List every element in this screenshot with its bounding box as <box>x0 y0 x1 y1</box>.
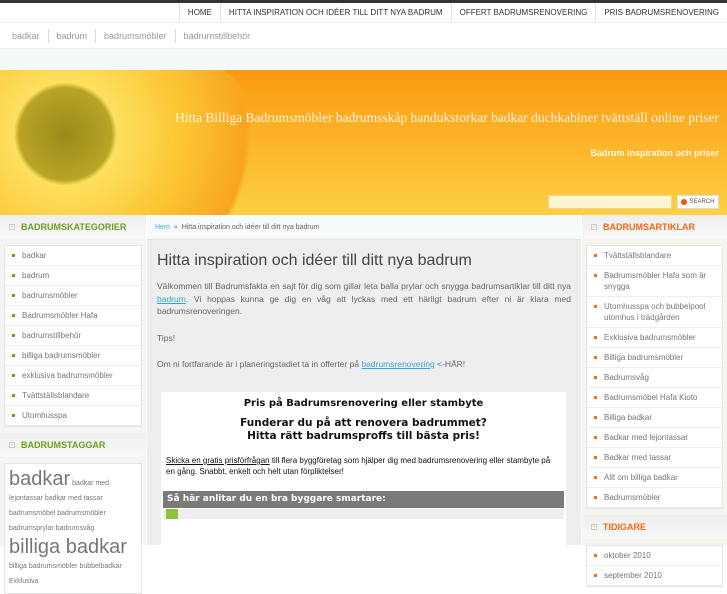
article-link[interactable]: Tvättställsblandare <box>587 246 722 266</box>
categories-title-text: BADRUMSKATEGORIER <box>21 222 127 232</box>
article-link[interactable]: Billiga badkar <box>587 408 722 428</box>
ad-text: Skicka en gratis prisförfrågan till fler… <box>166 455 561 477</box>
site-tagline: Badrum inspiration och priser <box>590 148 719 158</box>
category-link[interactable]: Tvättställsblandare <box>5 386 141 406</box>
main-nav: HOME HITTA INSPIRATION OCH IDÉER TILL DI… <box>0 3 727 23</box>
ad-step <box>163 509 564 519</box>
expand-icon: › <box>591 524 597 530</box>
article-link[interactable]: Badrumsmöbel Hafa Kioto <box>587 388 722 408</box>
article-link[interactable]: Billiga badrumsmöbler <box>587 348 722 368</box>
breadcrumb-home[interactable]: Hem <box>155 224 170 231</box>
intro-text-end: . Vi hoppas kunna ge dig en våg att lyck… <box>157 293 571 317</box>
left-sidebar: › BADRUMSKATEGORIER badkar badrum badrumsmö… <box>0 215 146 594</box>
category-nav: badkar badrum badrumsmöbler badrumstillb… <box>0 23 727 49</box>
tips-label: Tips! <box>157 332 176 343</box>
tag-link[interactable]: Exklusiva <box>9 578 39 585</box>
offer-paragraph: Om ni fortfarande är i planeringstadiet … <box>157 358 571 371</box>
tag-link[interactable]: bubbelbadkar <box>79 563 121 570</box>
badrum-link[interactable]: badrum <box>157 294 186 304</box>
badrumsrenovering-link[interactable]: badrumsrenovering <box>361 359 434 369</box>
tag-link[interactable]: badrumsmöbel <box>9 510 55 517</box>
archive-title: › TIDIGARE <box>582 515 727 539</box>
subnav-badkar[interactable]: badkar <box>4 28 49 43</box>
categories-title: › BADRUMSKATEGORIER <box>0 215 146 239</box>
articles-list: Tvättställsblandare Badrumsmöbler Hafa so… <box>586 245 723 509</box>
offer-text: Om ni fortfarande är i planeringstadiet … <box>157 359 362 369</box>
ad-subheading-1: Funderar du på att renovera badrummet? <box>240 417 487 429</box>
intro-text: Välkommen till Badrumsfakta en sajt för … <box>157 281 571 291</box>
article-link[interactable]: Allt om billiga badkar <box>587 468 722 488</box>
archive-link[interactable]: oktober 2010 <box>587 546 722 566</box>
archive-title-text: TIDIGARE <box>603 522 647 532</box>
site-header: Hitta Billiga Badrumsmöbler badrumsskåp … <box>0 70 727 215</box>
expand-icon: › <box>591 224 597 230</box>
article-link[interactable]: Badkar med lejontassar <box>587 428 722 448</box>
categories-list: badkar badrum badrumsmöbler Badrumsmöbler H… <box>4 245 142 427</box>
article-link[interactable]: Badrumsvåg <box>587 368 722 388</box>
breadcrumb-separator: » <box>173 223 178 231</box>
expand-icon: › <box>9 224 15 230</box>
category-link[interactable]: exklusiva badrumsmöbler <box>5 366 141 386</box>
category-link[interactable]: Badrumsmöbler Hafa <box>5 306 141 326</box>
expand-icon: › <box>9 442 15 448</box>
category-link[interactable]: billiga badrumsmöbler <box>5 346 141 366</box>
category-link[interactable]: Utomhusspa <box>5 406 141 426</box>
page-title: Hitta inspiration och idéer till ditt ny… <box>157 252 472 269</box>
offer-text-end: <-HÄR! <box>434 359 466 369</box>
article-link[interactable]: Badkar med tassar <box>587 448 722 468</box>
tag-cloud: badkar badkar med lejontassar badkar med… <box>4 463 142 594</box>
category-link[interactable]: badkar <box>5 246 141 266</box>
subnav-badrum[interactable]: badrum <box>49 28 97 43</box>
ad-request-link[interactable]: Skicka en gratis prisförfrågan <box>166 456 270 465</box>
articles-title: › BADRUMSARTIKLAR <box>582 215 727 239</box>
spacer-band <box>0 49 727 70</box>
tag-link[interactable]: badkar <box>9 468 70 490</box>
article-link[interactable]: Exklusiva badrumsmöbler <box>587 328 722 348</box>
article-link[interactable]: Badrumsmöbler Hafa som är snygga <box>587 266 722 297</box>
renovation-ad: Pris på Badrumsrenovering eller stambyte… <box>161 392 566 552</box>
category-link[interactable]: badrumsmöbler <box>5 286 141 306</box>
article-link[interactable]: Badrumsmöbler <box>587 488 722 508</box>
search-button[interactable]: SEARCH <box>677 195 719 209</box>
article-link[interactable]: Utomhusspa och bubbelpool utomhus i träd… <box>587 297 722 328</box>
subnav-badrumsmobler[interactable]: badrumsmöbler <box>96 28 176 43</box>
ad-subheading: Funderar du på att renovera badrummet? Hi… <box>161 417 566 443</box>
category-link[interactable]: badrum <box>5 266 141 286</box>
tag-link[interactable]: badrumsprylar <box>9 525 54 532</box>
tags-title: › BADRUMSTAGGAR <box>0 433 146 457</box>
search-input[interactable] <box>548 195 672 209</box>
articles-title-text: BADRUMSARTIKLAR <box>603 222 695 232</box>
nav-home[interactable]: HOME <box>178 3 220 22</box>
nav-pris[interactable]: PRIS BADRUMSRENOVERING <box>595 3 727 22</box>
category-link[interactable]: badrumstillbehör <box>5 326 141 346</box>
ad-subheading-2: Hitta rätt badrumsproffs till bästa pris… <box>247 430 480 442</box>
nav-inspiration[interactable]: HITTA INSPIRATION OCH IDÉER TILL DITT NY… <box>219 3 451 22</box>
flower-image <box>0 70 270 215</box>
right-sidebar: › BADRUMSARTIKLAR Tvättställsblandare Badr… <box>582 215 727 587</box>
tag-link[interactable]: badrumsvåg <box>56 525 95 532</box>
site-title[interactable]: Hitta Billiga Badrumsmöbler badrumsskåp … <box>175 110 719 126</box>
search-label: SEARCH <box>689 199 715 205</box>
tag-link[interactable]: billiga badkar <box>9 536 127 558</box>
breadcrumb-current: Hitta inspiration och idéer till ditt ny… <box>181 223 320 231</box>
breadcrumb: Hem» Hitta inspiration och idéer till dit… <box>147 215 581 240</box>
intro-paragraph: Välkommen till Badrumsfakta en sajt för … <box>157 280 571 318</box>
tag-link[interactable]: billiga badrumsmöbler <box>9 563 77 570</box>
ad-steps-header: Så här anlitar du en bra byggare smartar… <box>163 491 564 508</box>
main-content: Hem» Hitta inspiration och idéer till dit… <box>147 215 581 552</box>
archive-list: oktober 2010 september 2010 <box>586 545 723 587</box>
tags-title-text: BADRUMSTAGGAR <box>21 440 106 450</box>
tag-link[interactable]: badkar med tassar <box>45 495 103 502</box>
archive-link[interactable]: september 2010 <box>587 566 722 586</box>
ad-heading: Pris på Badrumsrenovering eller stambyte <box>243 398 484 409</box>
nav-offert[interactable]: OFFERT BADRUMSRENOVERING <box>450 3 596 22</box>
subnav-badrumstillbehor[interactable]: badrumstillbehör <box>176 29 259 43</box>
tag-link[interactable]: badrumsmöbler <box>57 510 106 517</box>
search-icon <box>681 199 688 205</box>
